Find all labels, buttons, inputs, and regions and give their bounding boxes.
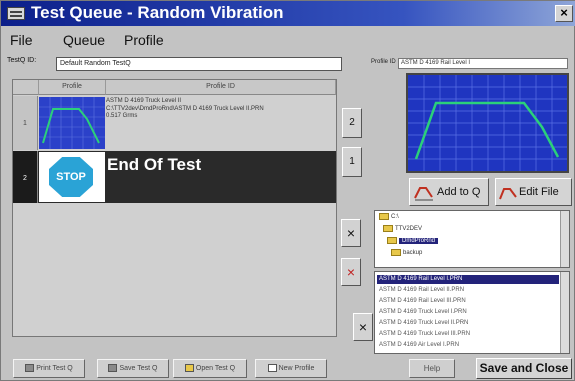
file-item[interactable]: ASTM D 4169 Truck Level III.PRN xyxy=(377,330,559,339)
tree-scrollbar[interactable] xyxy=(560,211,569,267)
menu-bar: File Queue Profile xyxy=(1,28,575,50)
edit-curve-icon xyxy=(499,188,517,200)
file-item[interactable]: ASTM D 4169 Rail Level III.PRN xyxy=(377,297,559,306)
help-button[interactable]: Help xyxy=(409,359,455,378)
window-icon xyxy=(7,7,25,20)
file-list-scrollbar[interactable] xyxy=(560,272,569,353)
profile-thumbnail xyxy=(39,97,105,149)
queue-grid: Profile Profile ID 1 ASTM D 4169 Truck L… xyxy=(12,79,337,337)
profile-description: ASTM D 4169 Truck Level II C:\TTV2dev\Dm… xyxy=(106,98,335,121)
tree-item-ttv2dev[interactable]: TTV2DEV xyxy=(383,225,422,234)
save-label: Save Test Q xyxy=(119,365,158,372)
tree-item-backup[interactable]: backup xyxy=(391,249,422,258)
testq-id-label: TestQ ID: xyxy=(7,57,37,64)
window-title: Test Queue - Random Vibration xyxy=(31,3,284,22)
menu-file[interactable]: File xyxy=(10,32,33,48)
header-profile-id[interactable]: Profile ID xyxy=(106,80,336,95)
stop-cell: STOP xyxy=(39,152,105,202)
save-test-q-button[interactable]: Save Test Q xyxy=(97,359,169,378)
new-profile-label: New Profile xyxy=(278,365,315,372)
file-item[interactable]: ASTM D 4169 Air Level I.PRN xyxy=(377,341,559,350)
folder-icon xyxy=(383,225,393,232)
delete-file-button[interactable]: × xyxy=(353,313,373,341)
move-down-button[interactable]: 1 xyxy=(342,147,362,177)
tree-item-dmdprornd[interactable]: DmdProRnd xyxy=(387,237,439,246)
new-profile-button[interactable]: New Profile xyxy=(255,359,327,378)
end-of-test-label: End Of Test xyxy=(107,155,202,174)
title-bar: Test Queue - Random Vibration × xyxy=(1,1,575,26)
profile-name-line: ASTM D 4169 Truck Level II xyxy=(106,98,182,104)
open-label: Open Test Q xyxy=(195,365,236,372)
file-item[interactable]: ASTM D 4169 Rail Level I.PRN xyxy=(377,275,559,284)
print-test-q-button[interactable]: Print Test Q xyxy=(13,359,85,378)
test-queue-window: Test Queue - Random Vibration × File Que… xyxy=(0,0,575,381)
profile-path-line: C:\TTV2dev\DmdProRnd\ASTM D 4169 Truck L… xyxy=(106,105,264,112)
printer-icon xyxy=(25,364,35,373)
folder-icon xyxy=(379,213,389,220)
new-document-icon xyxy=(267,364,277,373)
tree-label: TTV2DEV xyxy=(395,226,423,233)
stop-sign-icon: STOP xyxy=(49,157,93,197)
clear-button[interactable]: × xyxy=(341,258,361,286)
tree-label-selected: DmdProRnd xyxy=(399,238,439,245)
tree-label: C:\ xyxy=(391,214,399,221)
directory-tree[interactable]: C:\ TTV2DEV DmdProRnd backup xyxy=(374,210,570,268)
row-number-header xyxy=(13,80,39,95)
profile-id-label: Profile ID xyxy=(371,59,396,65)
remove-button[interactable]: × xyxy=(341,219,361,247)
move-up-button[interactable]: 2 xyxy=(342,108,362,138)
tree-item-drive[interactable]: C:\ xyxy=(379,213,399,222)
save-and-close-button[interactable]: Save and Close xyxy=(476,358,572,379)
tree-label: backup xyxy=(403,250,423,257)
print-label: Print Test Q xyxy=(36,365,73,372)
folder-open-icon xyxy=(184,364,194,373)
open-test-q-button[interactable]: Open Test Q xyxy=(173,359,247,378)
folder-open-icon xyxy=(387,237,397,244)
queue-row-end-of-test[interactable]: 2 STOP End Of Test xyxy=(13,151,336,203)
header-profile[interactable]: Profile xyxy=(39,80,106,95)
row-number: 1 xyxy=(13,96,38,150)
edit-file-label: Edit File xyxy=(519,186,559,198)
disk-icon xyxy=(108,364,118,373)
menu-queue[interactable]: Queue xyxy=(63,32,105,48)
row-number: 2 xyxy=(13,151,38,203)
profile-id-field: ASTM D 4169 Rail Level I xyxy=(398,58,568,69)
testq-id-input[interactable]: Default Random TestQ xyxy=(56,57,342,71)
folder-icon xyxy=(391,249,401,256)
add-to-queue-label: Add to Q xyxy=(437,186,481,198)
profile-curve-thumbnail xyxy=(39,97,105,149)
file-item[interactable]: ASTM D 4169 Rail Level II.PRN xyxy=(377,286,559,295)
queue-row[interactable]: 1 ASTM D 4169 Truck Level II C:\TTV2dev\… xyxy=(13,96,336,150)
menu-profile[interactable]: Profile xyxy=(124,32,164,48)
file-item[interactable]: ASTM D 4169 Truck Level II.PRN xyxy=(377,319,559,328)
file-item[interactable]: ASTM D 4169 Truck Level I.PRN xyxy=(377,308,559,317)
profile-graph xyxy=(406,73,569,173)
close-button[interactable]: × xyxy=(555,5,573,22)
add-to-queue-button[interactable]: Add to Q xyxy=(409,178,489,206)
add-curve-icon xyxy=(414,187,433,201)
profile-grms-line: 0.517 Grms xyxy=(106,113,138,119)
edit-file-button[interactable]: Edit File xyxy=(495,178,572,206)
profile-curve-graph xyxy=(408,75,567,171)
profile-file-list[interactable]: ASTM D 4169 Rail Level I.PRN ASTM D 4169… xyxy=(374,271,570,354)
